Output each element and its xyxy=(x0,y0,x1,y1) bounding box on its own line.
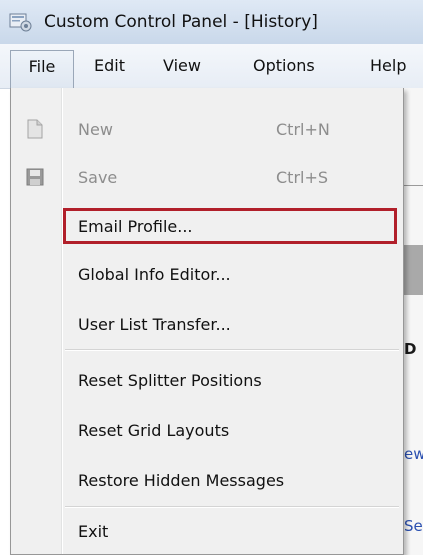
title-bar: Custom Control Panel - [History] xyxy=(0,0,423,45)
menu-item-user-list-transfer[interactable]: User List Transfer... xyxy=(12,307,402,341)
menu-item-label: Save xyxy=(78,168,118,187)
background-gray-panel xyxy=(404,245,423,295)
menu-help[interactable]: Help xyxy=(370,54,406,78)
menu-item-label: Restore Hidden Messages xyxy=(78,471,285,490)
menu-item-save[interactable]: Save Ctrl+S xyxy=(12,160,402,194)
menu-item-reset-grid-layouts[interactable]: Reset Grid Layouts xyxy=(12,413,402,447)
menu-item-label: Email Profile... xyxy=(78,217,193,236)
menu-view[interactable]: View xyxy=(163,54,201,78)
background-window-content xyxy=(404,88,423,555)
menu-bar: File Edit View Options Help xyxy=(0,44,423,89)
window-title: Custom Control Panel - [History] xyxy=(44,12,318,32)
menu-item-label: New xyxy=(78,120,113,139)
menu-item-label: Exit xyxy=(78,522,109,541)
menu-item-restore-hidden-messages[interactable]: Restore Hidden Messages xyxy=(12,463,402,497)
menu-item-email-profile[interactable]: Email Profile... xyxy=(12,209,402,243)
background-header-fragment: D xyxy=(404,340,417,358)
menu-file[interactable]: File xyxy=(10,50,74,88)
menu-item-label: User List Transfer... xyxy=(78,315,231,334)
control-panel-icon xyxy=(9,13,32,32)
new-document-icon xyxy=(27,119,43,139)
file-menu-dropdown: New Ctrl+N Save Ctrl+S Email Profile... … xyxy=(10,88,404,555)
menu-separator xyxy=(65,506,399,508)
menu-item-exit[interactable]: Exit xyxy=(12,514,402,548)
menu-item-label: Reset Grid Layouts xyxy=(78,421,230,440)
menu-options[interactable]: Options xyxy=(253,54,315,78)
save-disk-icon xyxy=(26,168,44,186)
menu-item-new[interactable]: New Ctrl+N xyxy=(12,112,402,146)
menu-item-global-info-editor[interactable]: Global Info Editor... xyxy=(12,257,402,291)
menu-edit[interactable]: Edit xyxy=(94,54,125,78)
menu-separator xyxy=(65,349,399,351)
shortcut-label: Ctrl+N xyxy=(276,120,330,139)
background-divider xyxy=(404,185,423,186)
menu-item-label: Global Info Editor... xyxy=(78,265,231,284)
shortcut-label: Ctrl+S xyxy=(276,168,329,187)
background-link-fragment[interactable]: Se xyxy=(404,517,423,535)
menu-item-reset-splitter-positions[interactable]: Reset Splitter Positions xyxy=(12,363,402,397)
menu-item-label: Reset Splitter Positions xyxy=(78,371,262,390)
background-link-fragment[interactable]: ew xyxy=(404,445,423,463)
